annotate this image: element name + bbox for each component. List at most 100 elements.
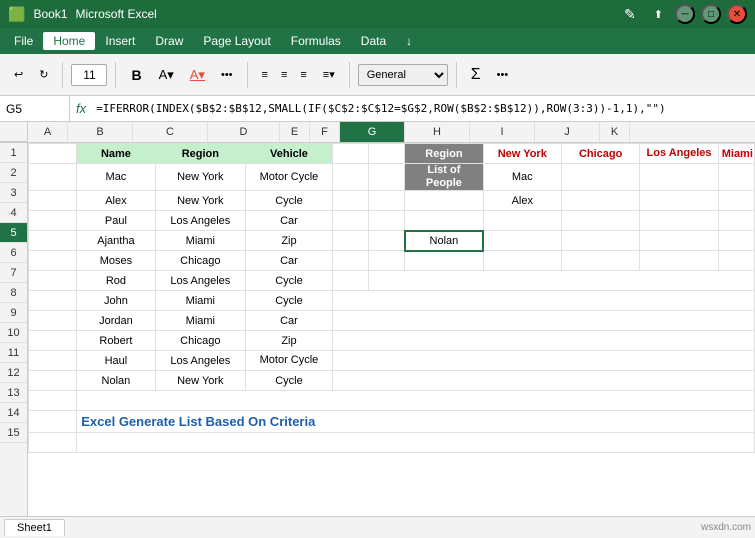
cell-A4[interactable]: [29, 211, 77, 231]
cell-E4[interactable]: [332, 211, 368, 231]
cell-E1[interactable]: [332, 144, 368, 164]
cell-E7[interactable]: [332, 271, 368, 291]
col-header-I[interactable]: I: [470, 122, 535, 142]
cell-J3[interactable]: [640, 191, 718, 211]
row-num-7[interactable]: 7: [0, 263, 27, 283]
cell-K6[interactable]: [718, 251, 754, 271]
font-color-button[interactable]: A▾: [184, 64, 211, 86]
redo-button[interactable]: ↻: [33, 65, 54, 84]
cell-B2[interactable]: Mac: [77, 164, 155, 191]
cell-A13[interactable]: [29, 391, 77, 411]
row-num-13[interactable]: 13: [0, 383, 27, 403]
cell-C12[interactable]: New York: [155, 371, 245, 391]
col-header-E[interactable]: E: [280, 122, 310, 142]
cell-D5[interactable]: Zip: [246, 231, 333, 251]
cell-F2[interactable]: [369, 164, 405, 191]
cell-J2[interactable]: [640, 164, 718, 191]
cell-D11[interactable]: Motor Cycle: [246, 351, 333, 371]
share-button[interactable]: ⬆: [648, 5, 669, 24]
menu-insert[interactable]: Insert: [95, 32, 145, 50]
sheet-tab-1[interactable]: Sheet1: [4, 519, 65, 536]
cell-A12[interactable]: [29, 371, 77, 391]
cell-F6[interactable]: [369, 251, 405, 271]
align-right-button[interactable]: ≡: [294, 66, 312, 84]
cell-E6[interactable]: [332, 251, 368, 271]
cell-F4[interactable]: [369, 211, 405, 231]
row-num-1[interactable]: 1: [0, 143, 27, 163]
cell-C4[interactable]: Los Angeles: [155, 211, 245, 231]
cell-F3[interactable]: [369, 191, 405, 211]
cell-H5[interactable]: [483, 231, 561, 251]
cell-J4[interactable]: [640, 211, 718, 231]
cell-C2[interactable]: New York: [155, 164, 245, 191]
cell-B9[interactable]: Jordan: [77, 311, 155, 331]
undo-button[interactable]: ↩: [8, 65, 29, 84]
cell-D4[interactable]: Car: [246, 211, 333, 231]
cell-G5-selected[interactable]: Nolan: [405, 231, 483, 251]
col-header-F[interactable]: F: [310, 122, 340, 142]
cell-K3[interactable]: [718, 191, 754, 211]
cell-A8[interactable]: [29, 291, 77, 311]
cell-G6[interactable]: [405, 251, 483, 271]
align-left-button[interactable]: ≡: [256, 66, 274, 84]
cell-D7[interactable]: Cycle: [246, 271, 333, 291]
cell-C1[interactable]: Region: [155, 144, 245, 164]
bold-button[interactable]: B: [124, 64, 148, 86]
minimize-button[interactable]: ─: [675, 4, 695, 24]
cell-B8[interactable]: John: [77, 291, 155, 311]
cell-G4[interactable]: [405, 211, 483, 231]
cell-A14[interactable]: [29, 411, 77, 433]
close-button[interactable]: ✕: [727, 4, 747, 24]
cell-A2[interactable]: [29, 164, 77, 191]
cell-I6[interactable]: [561, 251, 639, 271]
row-num-15[interactable]: 15: [0, 423, 27, 443]
more-ribbon-button[interactable]: •••: [491, 66, 515, 84]
cell-F5[interactable]: [369, 231, 405, 251]
more-font-button[interactable]: •••: [215, 66, 239, 84]
col-header-D[interactable]: D: [208, 122, 280, 142]
menu-formulas[interactable]: Formulas: [281, 32, 351, 50]
cell-reference-box[interactable]: G5: [0, 96, 70, 121]
cell-A6[interactable]: [29, 251, 77, 271]
cell-B7[interactable]: Rod: [77, 271, 155, 291]
cell-A3[interactable]: [29, 191, 77, 211]
cell-D3[interactable]: Cycle: [246, 191, 333, 211]
row-num-14[interactable]: 14: [0, 403, 27, 423]
cell-A7[interactable]: [29, 271, 77, 291]
cell-A11[interactable]: [29, 351, 77, 371]
cell-K4[interactable]: [718, 211, 754, 231]
cell-K2[interactable]: [718, 164, 754, 191]
cell-A1[interactable]: [29, 144, 77, 164]
cell-D1[interactable]: Vehicle: [246, 144, 333, 164]
cell-C6[interactable]: Chicago: [155, 251, 245, 271]
row-num-4[interactable]: 4: [0, 203, 27, 223]
cell-I3[interactable]: [561, 191, 639, 211]
cell-H3[interactable]: Alex: [483, 191, 561, 211]
cell-C3[interactable]: New York: [155, 191, 245, 211]
row-num-3[interactable]: 3: [0, 183, 27, 203]
cell-H2[interactable]: Mac: [483, 164, 561, 191]
col-header-A[interactable]: A: [28, 122, 68, 142]
more-align-button[interactable]: ≡▾: [317, 65, 341, 84]
cell-C11[interactable]: Los Angeles: [155, 351, 245, 371]
col-header-K[interactable]: K: [600, 122, 630, 142]
col-header-J[interactable]: J: [535, 122, 600, 142]
cell-J1[interactable]: Los Angeles: [640, 144, 718, 164]
menu-data[interactable]: Data: [351, 32, 396, 50]
col-header-C[interactable]: C: [133, 122, 208, 142]
cell-I4[interactable]: [561, 211, 639, 231]
menu-page-layout[interactable]: Page Layout: [193, 32, 280, 50]
cell-F1[interactable]: [369, 144, 405, 164]
col-header-H[interactable]: H: [405, 122, 470, 142]
cell-B4[interactable]: Paul: [77, 211, 155, 231]
cell-D12[interactable]: Cycle: [246, 371, 333, 391]
col-header-B[interactable]: B: [68, 122, 133, 142]
row-num-5[interactable]: 5: [0, 223, 27, 243]
cell-B6[interactable]: Moses: [77, 251, 155, 271]
cell-I5[interactable]: [561, 231, 639, 251]
font-size-input[interactable]: [71, 64, 107, 86]
cell-H1[interactable]: New York: [483, 144, 561, 164]
row-num-12[interactable]: 12: [0, 363, 27, 383]
cell-C5[interactable]: Miami: [155, 231, 245, 251]
cell-D8[interactable]: Cycle: [246, 291, 333, 311]
